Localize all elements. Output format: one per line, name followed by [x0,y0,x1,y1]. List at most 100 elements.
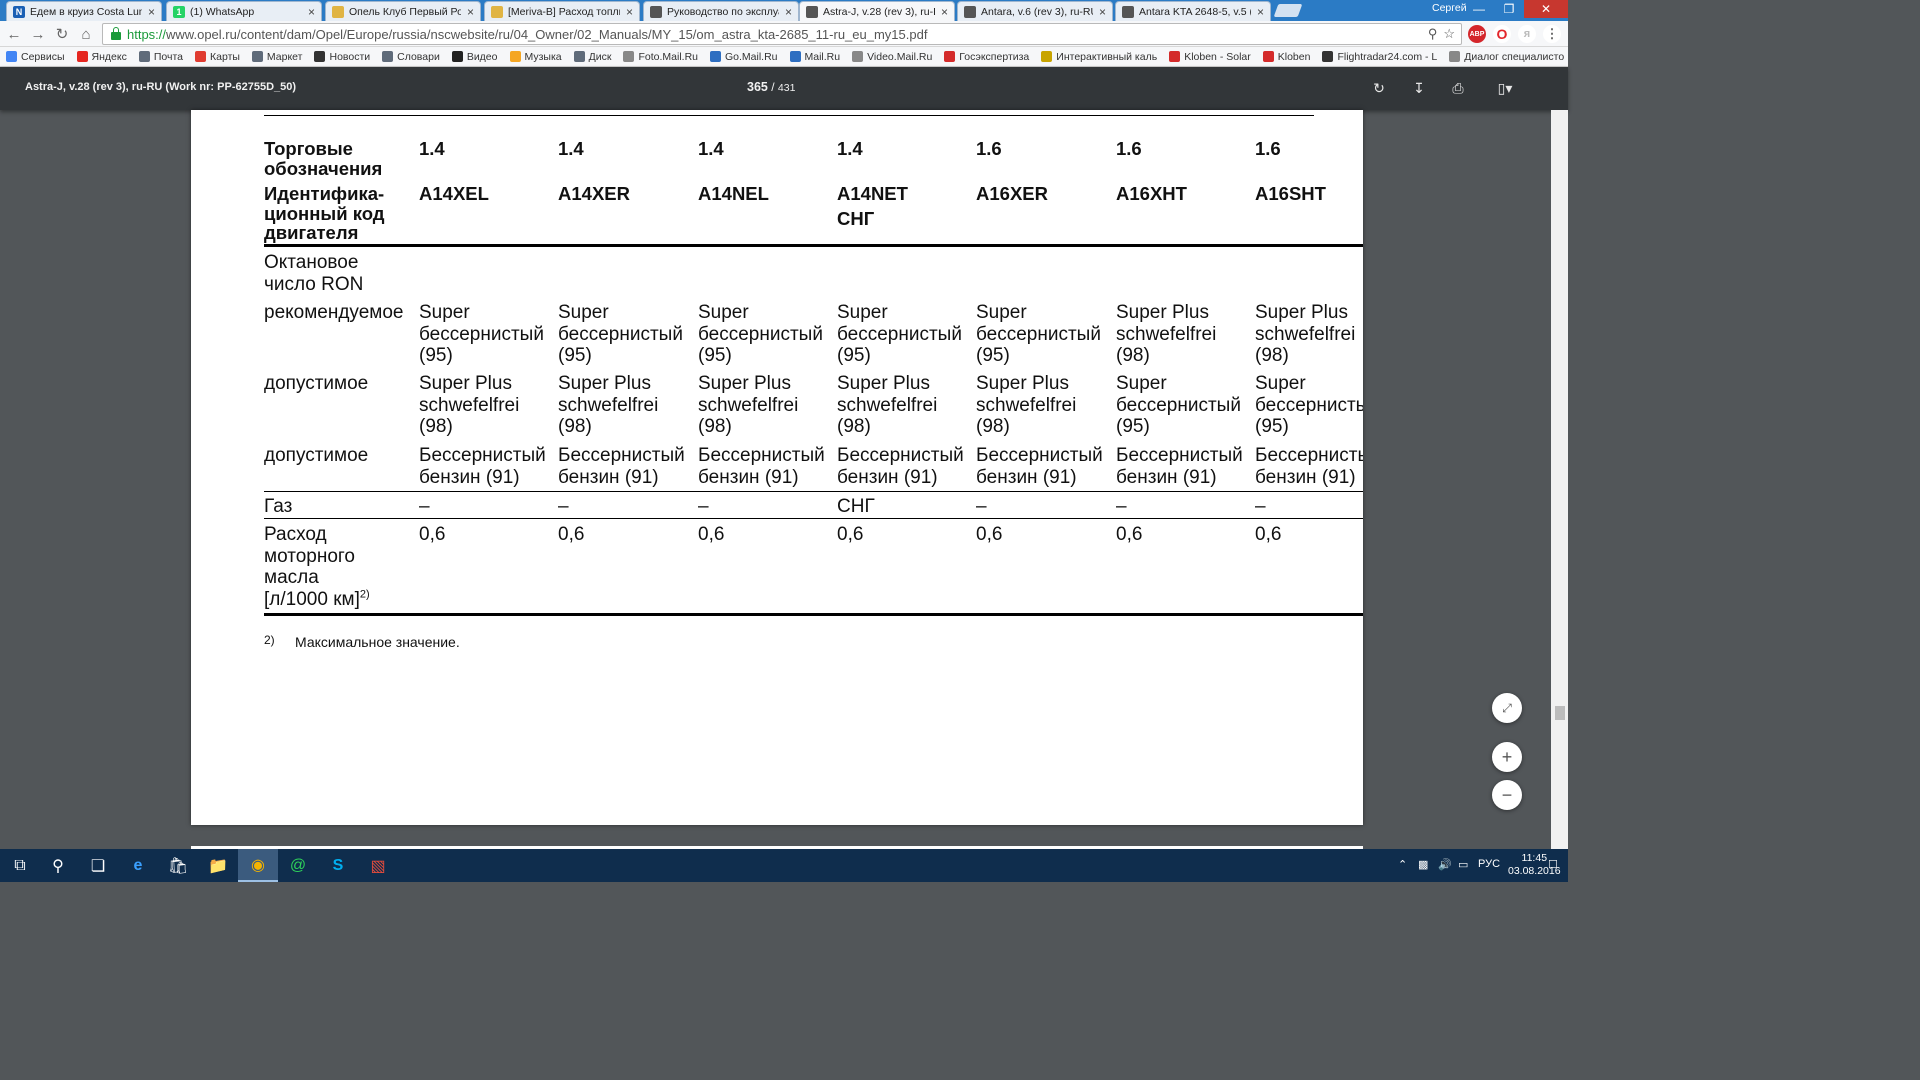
zoom-in-icon[interactable]: + [1492,742,1522,772]
bookmark-star-icon[interactable]: ☆ [1443,26,1455,42]
bookmark-item[interactable]: Словари [382,51,440,63]
fit-to-page-icon[interactable]: ⤢ [1492,693,1522,723]
download-icon[interactable]: ↧ [1409,78,1429,98]
reload-icon[interactable]: ↻ [52,24,72,44]
footnote-mark: 2) [264,633,275,647]
adblock-icon[interactable]: ABP [1468,25,1486,43]
back-icon[interactable]: ← [4,24,24,44]
close-window-icon[interactable]: ✕ [1524,0,1568,18]
task-view-icon[interactable]: ❏ [78,849,118,882]
browser-tab[interactable]: [Meriva-B] Расход топли × [484,1,640,21]
tab-close-icon[interactable]: × [148,5,155,19]
menu-icon[interactable]: ⋮ [1543,25,1561,43]
action-center-icon[interactable]: ☐ [1548,858,1558,871]
store-icon[interactable]: 🛍 [158,849,198,882]
cell-oil-consumption: 0,6 [976,524,1003,545]
bookmark-item[interactable]: Go.Mail.Ru [710,51,778,63]
bookmark-label: Карты [210,50,240,63]
browser-tab[interactable]: Antara KTA 2648-5, v.5 (re × [1115,1,1271,21]
tab-close-icon[interactable]: × [308,5,315,19]
bookmark-item[interactable]: Диалог специалисто [1449,51,1564,63]
browser-tab[interactable]: Astra-J, v.28 (rev 3), ru-RU × [799,1,955,21]
bookmark-item[interactable]: Kloben [1262,51,1310,63]
bookmark-item[interactable]: Интерактивный каль [1041,51,1157,63]
bookmark-item[interactable]: Почта [138,51,183,63]
windows-start-icon[interactable]: ⧉ [0,849,40,882]
current-page-input[interactable]: 365 [747,80,768,94]
print-icon[interactable]: ⎙ [1448,78,1468,98]
chrome-icon[interactable]: ◉ [238,849,278,882]
label-allowed-2: допустимое [264,445,369,466]
cell-gas: – [1255,496,1266,517]
bookmark-favicon-icon [852,51,864,62]
network-icon[interactable]: ▩ [1418,858,1428,871]
url-text[interactable]: https://www.opel.ru/content/dam/Opel/Eur… [127,27,927,42]
cell-recommended-fuel: Super Plus schwefelfrei (98) [1116,302,1217,366]
bookmark-item[interactable]: Video.Mail.Ru [852,51,932,63]
tab-close-icon[interactable]: × [626,5,633,19]
bookmark-item[interactable]: Сервисы [6,51,65,63]
language-indicator[interactable]: РУС [1478,858,1500,870]
address-bar[interactable]: https://www.opel.ru/content/dam/Opel/Eur… [102,23,1462,45]
bookmark-item[interactable]: Новости [314,51,370,63]
bookmark-item[interactable]: Госэкспертиза [944,51,1029,63]
cell-allowed-fuel-1: Super Plus schwefelfrei (98) [419,373,520,437]
cell-engine-code: A14NEL [698,183,769,204]
bookmark-item[interactable]: Диск [573,51,611,63]
scrollbar[interactable] [1551,110,1568,849]
bookmark-item[interactable]: Маркет [251,51,302,63]
tab-close-icon[interactable]: × [1099,5,1106,19]
cell-engine-code: A16SHT [1255,183,1326,204]
bookmark-favicon-icon [1041,51,1053,62]
bookmark-item[interactable]: Kloben - Solar [1169,51,1251,63]
bookmark-favicon-icon [623,51,635,62]
tab-favicon-icon [1122,5,1134,18]
forward-icon[interactable]: → [28,24,48,44]
tab-close-icon[interactable]: × [941,5,948,19]
bookmark-item[interactable]: Flightradar24.com - L [1322,51,1437,63]
cell-gas: – [1116,496,1127,517]
edge-icon[interactable]: e [118,849,158,882]
notifications-tray-icon[interactable]: ▭ [1458,858,1468,871]
cell-gas: СНГ [837,496,875,517]
zoom-out-icon[interactable]: − [1492,780,1522,810]
rotate-icon[interactable]: ↻ [1369,78,1389,98]
browser-tab[interactable]: Руководство по эксплуат × [643,1,799,21]
tab-favicon-icon [650,5,662,18]
volume-icon[interactable]: 🔊 [1438,858,1452,871]
scrollbar-thumb[interactable] [1555,706,1565,720]
tab-title: Astra-J, v.28 (rev 3), ru-RU [823,5,935,18]
bookmark-item[interactable]: Видео [451,50,498,63]
tray-chevron-icon[interactable]: ⌃ [1398,858,1407,871]
bookmark-label: Видео [466,50,498,63]
browser-tab[interactable]: 1 (1) WhatsApp × [166,1,322,21]
tab-close-icon[interactable]: × [785,5,792,19]
search-icon[interactable]: ⚲ [38,849,78,882]
bookmark-item[interactable]: Музыка [509,51,562,63]
cell-allowed-fuel-1: Super Plus schwefelfrei (98) [976,373,1077,437]
minimize-icon[interactable]: — [1464,0,1494,18]
browser-tab[interactable]: Опель Клуб Первый Рос × [325,1,481,21]
pdf-reader-icon[interactable]: ▧ [358,849,398,882]
user-profile-name[interactable]: Сергей [1432,2,1467,14]
mail-agent-icon[interactable]: @ [278,849,318,882]
browser-tab[interactable]: Antara, v.6 (rev 3), ru-RU × [957,1,1113,21]
bookmark-item[interactable]: Mail.Ru [789,51,840,63]
file-explorer-icon[interactable]: 📁 [198,849,238,882]
skype-icon[interactable]: S [318,849,358,882]
label-gas: Газ [264,496,293,517]
search-icon[interactable]: ⚲ [1428,26,1438,42]
bookmark-item[interactable]: Foto.Mail.Ru [623,51,698,63]
browser-tab[interactable]: N Едем в круиз Costa Lumi × [6,1,162,21]
tab-close-icon[interactable]: × [467,5,474,19]
tab-close-icon[interactable]: × [1257,5,1264,19]
restore-icon[interactable]: ❐ [1494,0,1524,18]
yandex-icon[interactable]: я [1518,25,1536,43]
home-icon[interactable]: ⌂ [76,24,96,44]
bookmark-menu-icon[interactable]: ▯▾ [1490,78,1520,98]
cell-gas: – [976,496,987,517]
opera-icon[interactable]: O [1493,25,1511,43]
bookmark-item[interactable]: Яндекс [76,51,127,63]
bookmark-item[interactable]: Карты [195,51,240,63]
new-tab-button[interactable] [1273,4,1303,17]
